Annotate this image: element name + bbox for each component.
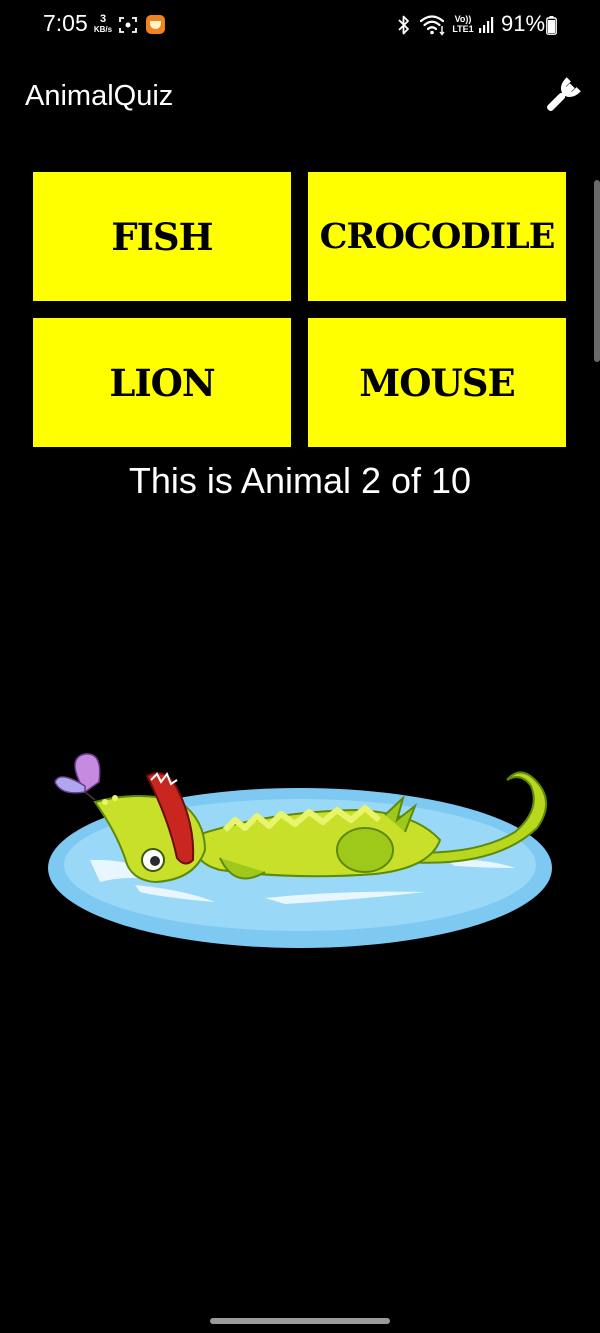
app-title: AnimalQuiz	[25, 80, 174, 112]
status-time: 7:05	[43, 10, 88, 36]
app-notification-icon	[146, 15, 165, 34]
network-speed-value: 3	[99, 13, 107, 25]
network-speed: 3 KB/s	[90, 14, 116, 34]
answer-label: MOUSE	[359, 360, 515, 405]
battery-icon	[546, 16, 557, 35]
home-indicator[interactable]	[210, 1318, 390, 1324]
signal-icon	[479, 17, 494, 33]
wrench-icon	[547, 77, 581, 111]
scrollbar[interactable]	[594, 180, 600, 362]
settings-button[interactable]	[540, 76, 582, 118]
animal-image	[48, 753, 552, 948]
bluetooth-icon	[398, 15, 409, 35]
answer-label: CROCODILE	[319, 216, 556, 257]
battery-percent: 91%	[501, 11, 546, 36]
network-type-top: Vo))	[454, 14, 472, 24]
network-speed-unit: KB/s	[93, 25, 113, 34]
answer-button-fish[interactable]: FISH	[33, 172, 291, 301]
answer-label: LION	[109, 360, 215, 405]
network-type-bottom: LTE1	[452, 24, 474, 34]
answer-label: FISH	[111, 214, 213, 259]
answer-button-mouse[interactable]: MOUSE	[308, 318, 566, 447]
answer-button-crocodile[interactable]: CROCODILE	[308, 172, 566, 301]
network-type: Vo)) LTE1	[451, 15, 475, 34]
answer-button-lion[interactable]: LION	[33, 318, 291, 447]
wifi-icon	[419, 15, 445, 36]
question-progress: This is Animal 2 of 10	[128, 460, 472, 501]
screen-record-icon	[119, 17, 137, 33]
status-bar: 7:05 3 KB/s Vo)) LTE1 91%	[0, 0, 600, 52]
app-bar: AnimalQuiz	[0, 62, 600, 132]
